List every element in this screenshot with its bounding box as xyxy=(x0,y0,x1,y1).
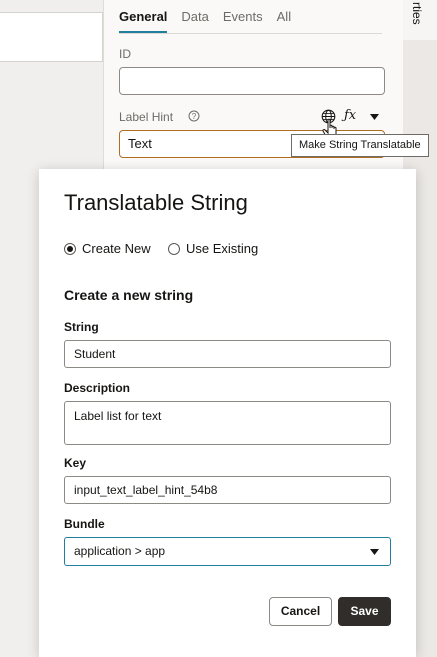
string-input[interactable]: Student xyxy=(64,340,391,368)
properties-tabs: General Data Events All xyxy=(119,0,382,34)
help-circle-icon[interactable]: ? xyxy=(188,110,200,122)
radio-use-existing[interactable]: Use Existing xyxy=(168,241,258,256)
section-title: Create a new string xyxy=(64,287,194,303)
bundle-select-value: application > app xyxy=(74,544,166,558)
radio-use-existing-label: Use Existing xyxy=(186,241,259,256)
id-label: ID xyxy=(119,47,131,61)
fx-icon[interactable]: ƒx xyxy=(344,108,356,123)
chevron-down-icon[interactable] xyxy=(370,549,379,555)
radio-button-checked[interactable] xyxy=(64,242,76,255)
description-label: Description xyxy=(64,381,131,395)
tab-all[interactable]: All xyxy=(277,9,291,33)
tab-general[interactable]: General xyxy=(119,9,168,33)
string-label: String xyxy=(64,320,99,334)
key-label: Key xyxy=(64,456,87,470)
radio-create-new[interactable]: Create New xyxy=(64,241,151,256)
bundle-select[interactable]: application > app xyxy=(64,537,391,566)
key-input[interactable]: input_text_label_hint_54b8 xyxy=(64,476,391,504)
translatable-string-dialog: Translatable String Create New Use Exist… xyxy=(39,169,416,657)
save-button[interactable]: Save xyxy=(338,597,391,626)
canvas-component[interactable] xyxy=(0,12,103,62)
tab-data[interactable]: Data xyxy=(181,9,208,33)
svg-text:?: ? xyxy=(192,112,197,121)
radio-button-unchecked[interactable] xyxy=(168,242,180,255)
description-textarea[interactable]: Label list for text xyxy=(64,401,391,445)
id-input[interactable] xyxy=(119,67,385,95)
radio-create-new-label: Create New xyxy=(82,241,151,256)
tab-events[interactable]: Events xyxy=(223,9,263,33)
cancel-button[interactable]: Cancel xyxy=(269,597,332,626)
tooltip: Make String Translatable xyxy=(291,134,429,157)
label-hint-label: Label Hint xyxy=(119,110,174,124)
chevron-down-icon[interactable] xyxy=(370,114,379,120)
side-tab-label[interactable]: rties xyxy=(410,2,424,25)
bundle-label: Bundle xyxy=(64,517,105,531)
dialog-title: Translatable String xyxy=(64,190,248,215)
